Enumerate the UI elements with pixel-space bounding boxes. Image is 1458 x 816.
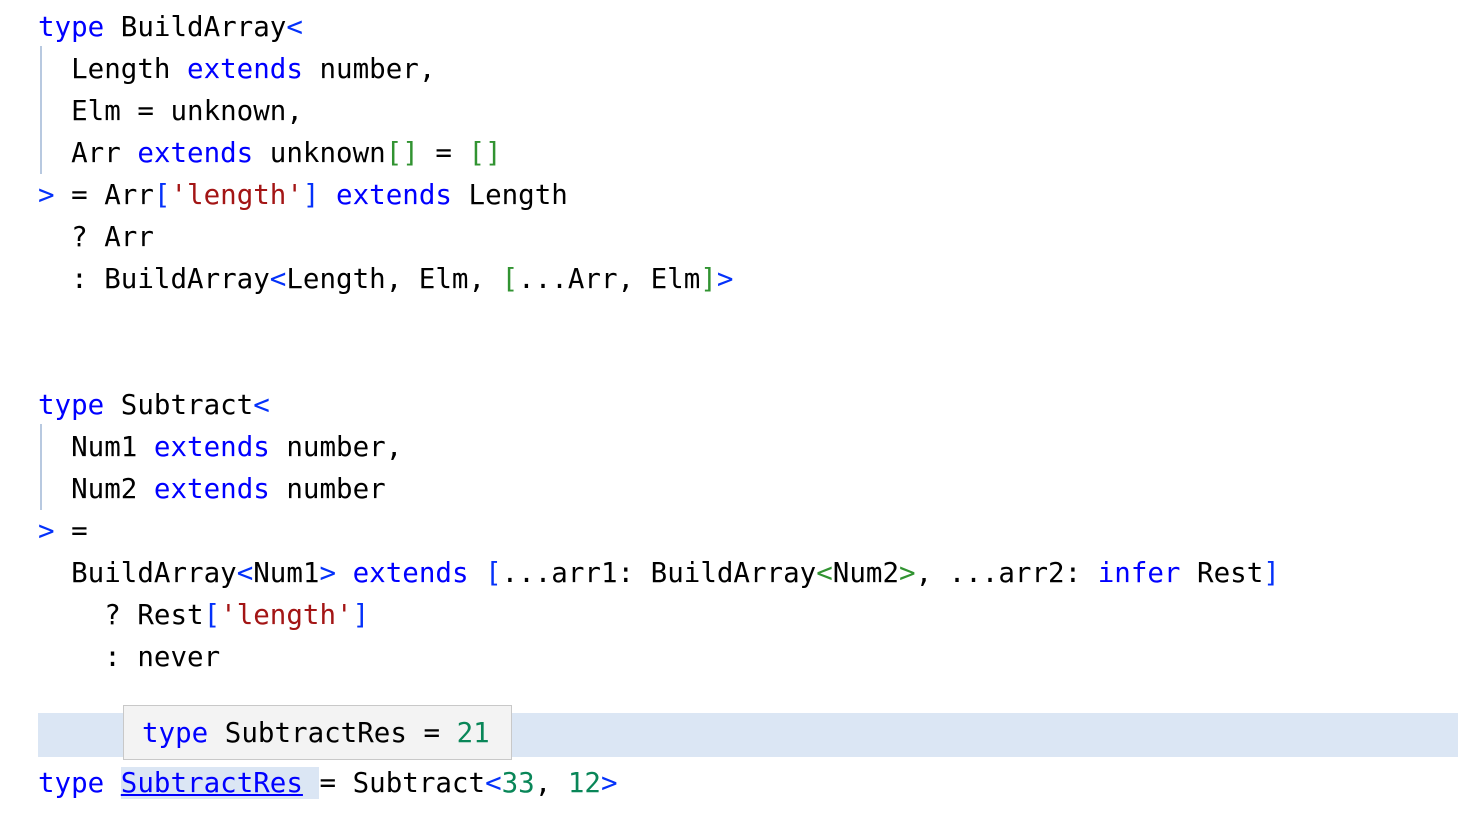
line-5-token-5: [319, 179, 336, 211]
line-4-token-4: =: [418, 137, 469, 169]
line-5-token-7: Length: [451, 179, 568, 211]
line-19[interactable]: type SubtractRes = Subtract<33, 12>: [38, 762, 618, 804]
line-4[interactable]: Arr extends unknown[] = []: [38, 132, 502, 174]
line-6[interactable]: ? Arr: [38, 216, 154, 258]
line-14-token-3: >: [319, 557, 337, 589]
line-14-token-2: Num1: [253, 557, 320, 589]
line-14-token-0: BuildArray: [38, 557, 237, 589]
tooltip-token-2: 21: [456, 716, 490, 749]
line-10-token-2: <: [253, 389, 270, 421]
line-1-token-1: BuildArray: [104, 11, 287, 43]
line-7-token-3: [: [501, 263, 519, 295]
line-6-token-0: ? Arr: [38, 221, 154, 253]
line-4-token-2: unknown: [253, 137, 386, 169]
line-3-token-0: Elm = unknown,: [38, 95, 303, 127]
line-2-token-1: extends: [187, 53, 303, 85]
line-5-token-4: ]: [302, 179, 320, 211]
line-12-token-1: extends: [153, 473, 270, 505]
line-7-token-5: ]: [700, 263, 717, 295]
tooltip-token-1: SubtractRes =: [208, 716, 457, 749]
line-2[interactable]: Length extends number,: [38, 48, 435, 90]
line-14-token-9: <: [816, 557, 833, 589]
line-2-token-2: number,: [302, 53, 436, 85]
line-14[interactable]: BuildArray<Num1> extends [...arr1: Build…: [38, 552, 1280, 594]
line-14-token-6: [469, 557, 486, 589]
line-14-token-10: Num2: [832, 557, 900, 589]
line-10-token-0: type: [38, 389, 105, 421]
line-5-token-6: extends: [336, 179, 452, 211]
line-11-token-0: Num1: [38, 431, 154, 463]
line-13[interactable]: > =: [38, 510, 88, 552]
line-14-token-14: Rest: [1180, 557, 1264, 589]
line-12[interactable]: Num2 extends number: [38, 468, 386, 510]
line-15-token-3: ]: [352, 599, 370, 631]
line-19-token-6: 33: [501, 767, 535, 799]
line-11-token-2: number,: [269, 431, 403, 463]
line-4-token-0: Arr: [38, 137, 138, 169]
line-1[interactable]: type BuildArray<: [38, 6, 303, 48]
line-14-token-8: ...arr1: BuildArray: [501, 557, 817, 589]
line-1-token-0: type: [38, 11, 105, 43]
line-7[interactable]: : BuildArray<Length, Elm, [...Arr, Elm]>: [38, 258, 733, 300]
line-5-token-1: = Arr: [54, 179, 154, 211]
line-15[interactable]: ? Rest['length']: [38, 594, 369, 636]
line-19-token-2[interactable]: SubtractRes: [120, 767, 303, 799]
line-7-token-4: ...Arr, Elm: [518, 263, 701, 295]
line-11[interactable]: Num1 extends number,: [38, 426, 402, 468]
line-14-token-5: extends: [352, 557, 469, 589]
line-19-token-9: >: [601, 767, 618, 799]
line-19-token-1: [104, 767, 121, 799]
line-11-token-1: extends: [153, 431, 270, 463]
line-3[interactable]: Elm = unknown,: [38, 90, 303, 132]
line-14-token-12: , ...arr2:: [915, 557, 1098, 589]
line-14-token-7: [: [485, 557, 502, 589]
line-1-token-2: <: [286, 11, 303, 43]
line-5-token-3: 'length': [170, 179, 303, 211]
line-5[interactable]: > = Arr['length'] extends Length: [38, 174, 568, 216]
line-19-token-8: 12: [567, 767, 601, 799]
line-14-token-4: [336, 557, 353, 589]
line-5-token-0: >: [38, 179, 55, 211]
line-16-token-0: : never: [38, 641, 221, 673]
line-13-token-0: >: [38, 515, 55, 547]
line-16[interactable]: : never: [38, 636, 220, 678]
line-7-token-6: >: [716, 263, 734, 295]
line-7-token-0: : BuildArray: [38, 263, 270, 295]
line-2-token-0: Length: [38, 53, 188, 85]
line-19-token-0: type: [38, 767, 105, 799]
line-14-token-13: infer: [1097, 557, 1181, 589]
line-4-token-5: []: [468, 137, 502, 169]
line-19-token-5: <: [485, 767, 502, 799]
line-12-token-2: number: [269, 473, 386, 505]
line-15-token-2: 'length': [220, 599, 353, 631]
line-14-token-1: <: [236, 557, 254, 589]
line-4-token-1: extends: [137, 137, 254, 169]
line-7-token-2: Length, Elm,: [286, 263, 502, 295]
line-19-token-4: = Subtract: [319, 767, 486, 799]
line-19-token-3: [302, 767, 320, 799]
line-7-token-1: <: [269, 263, 287, 295]
line-10[interactable]: type Subtract<: [38, 384, 270, 426]
line-4-token-3: []: [385, 137, 419, 169]
code-editor[interactable]: type BuildArray< Length extends number, …: [0, 0, 1458, 816]
line-14-token-15: ]: [1263, 557, 1280, 589]
line-5-token-2: [: [153, 179, 171, 211]
tooltip-token-0: type: [142, 716, 209, 749]
line-10-token-1: Subtract: [104, 389, 254, 421]
line-13-token-1: =: [54, 515, 88, 547]
line-14-token-11: >: [899, 557, 916, 589]
line-15-token-1: [: [203, 599, 221, 631]
type-hover-tooltip: type SubtractRes = 21: [123, 705, 512, 760]
line-12-token-0: Num2: [38, 473, 154, 505]
line-15-token-0: ? Rest: [38, 599, 204, 631]
line-19-token-7: ,: [534, 767, 568, 799]
